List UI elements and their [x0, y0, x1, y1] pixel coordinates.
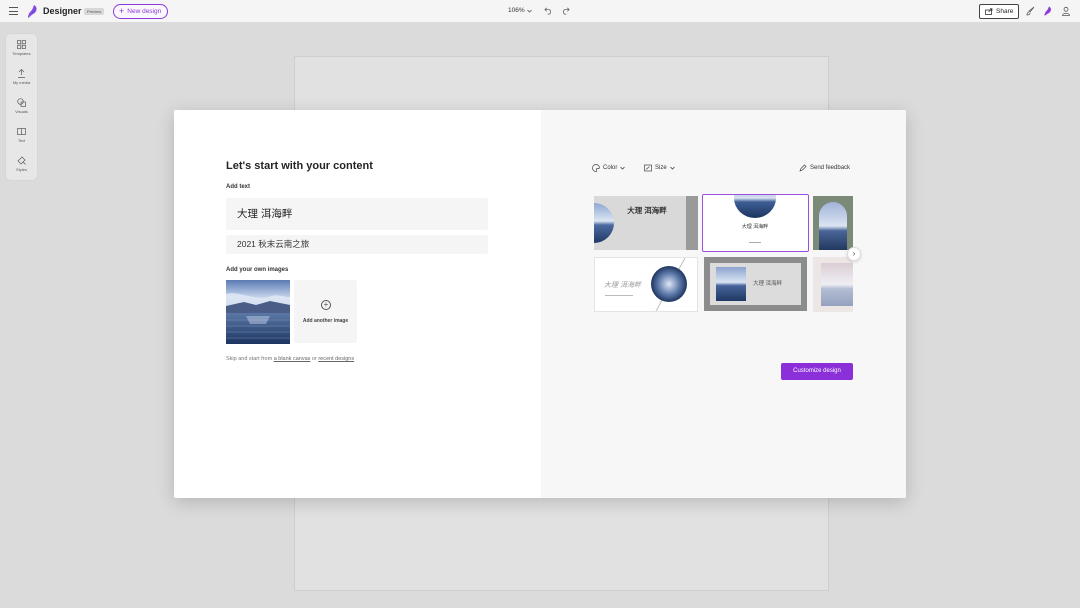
- chevron-down-icon: [669, 166, 675, 170]
- palette-icon: [592, 164, 600, 172]
- design-suggestion-card[interactable]: 大理 洱海畔: [704, 257, 807, 311]
- uploaded-image-thumbnail[interactable]: [226, 280, 290, 344]
- card-title: 大理 洱海畔: [741, 224, 769, 230]
- start-content-dialog: Let's start with your content Add text 大…: [174, 110, 906, 498]
- subtitle-text-input[interactable]: 2021 秋末云南之旅: [226, 235, 488, 254]
- chevron-down-icon: [526, 9, 532, 13]
- color-dropdown[interactable]: Color: [592, 164, 626, 172]
- send-feedback-button[interactable]: Send feedback: [799, 164, 850, 172]
- chevron-down-icon: [620, 166, 626, 170]
- card-title: 大理 洱海畔: [627, 206, 667, 215]
- design-preview: [716, 267, 746, 301]
- new-design-label: New design: [127, 8, 162, 15]
- customize-design-button[interactable]: Customize design: [781, 363, 853, 380]
- share-label: Share: [996, 8, 1014, 15]
- redo-icon[interactable]: [561, 6, 570, 15]
- card-title: 大理 洱海畔: [604, 282, 641, 289]
- menu-icon[interactable]: [9, 7, 18, 15]
- top-bar: Designer Preview + New design 106% Share: [0, 0, 1080, 23]
- add-text-label: Add text: [226, 184, 250, 190]
- color-label: Color: [603, 165, 618, 171]
- undo-icon[interactable]: [544, 6, 553, 15]
- designer-copilot-icon[interactable]: [1043, 6, 1053, 16]
- skip-line: Skip and start from a blank canvas or re…: [226, 356, 354, 362]
- design-suggestion-card[interactable]: 大理 洱海畔: [594, 196, 698, 250]
- size-dropdown[interactable]: Size: [644, 164, 675, 172]
- lake-photo: [226, 280, 290, 344]
- app-title: Designer: [43, 6, 82, 16]
- add-another-image-button[interactable]: + Add another image: [294, 280, 357, 343]
- design-suggestion-card-selected[interactable]: 大理 洱海畔: [702, 194, 809, 252]
- designer-logo-icon: [28, 5, 37, 18]
- share-button[interactable]: Share: [979, 4, 1020, 19]
- next-suggestions-button[interactable]: ›: [847, 247, 861, 261]
- card-title: 大理 洱海畔: [753, 281, 783, 287]
- add-images-label: Add your own images: [226, 267, 289, 273]
- plus-icon: +: [119, 6, 125, 16]
- send-feedback-label: Send feedback: [810, 165, 851, 171]
- blank-canvas-link[interactable]: a blank canvas: [274, 356, 311, 362]
- design-suggestion-card[interactable]: [813, 257, 853, 312]
- zoom-value: 106%: [508, 7, 525, 14]
- design-suggestions-panel: Color Size Send feedback 大理 洱海畔 大理 洱海畔 大…: [541, 110, 906, 498]
- new-design-button[interactable]: + New design: [113, 4, 169, 19]
- dialog-heading: Let's start with your content: [226, 160, 373, 172]
- design-suggestion-card[interactable]: 大理 洱海畔: [594, 257, 698, 312]
- account-icon[interactable]: [1061, 6, 1071, 16]
- resize-icon: [644, 164, 652, 172]
- design-suggestion-card[interactable]: [813, 196, 853, 250]
- design-preview: [819, 202, 847, 250]
- size-label: Size: [655, 165, 667, 171]
- title-text-input[interactable]: 大理 洱海畔: [226, 198, 488, 230]
- add-another-image-label: Add another image: [302, 318, 349, 324]
- feedback-icon: [799, 164, 807, 172]
- brush-icon[interactable]: [1026, 6, 1036, 16]
- share-icon: [985, 8, 993, 15]
- design-preview: [821, 263, 853, 306]
- recent-designs-link[interactable]: recent designs: [318, 356, 354, 362]
- preview-badge: Preview: [84, 8, 105, 15]
- chevron-right-icon: ›: [852, 249, 856, 258]
- skip-prefix: Skip and start from: [226, 356, 274, 362]
- add-circle-icon: +: [321, 300, 331, 310]
- zoom-dropdown[interactable]: 106%: [508, 7, 532, 14]
